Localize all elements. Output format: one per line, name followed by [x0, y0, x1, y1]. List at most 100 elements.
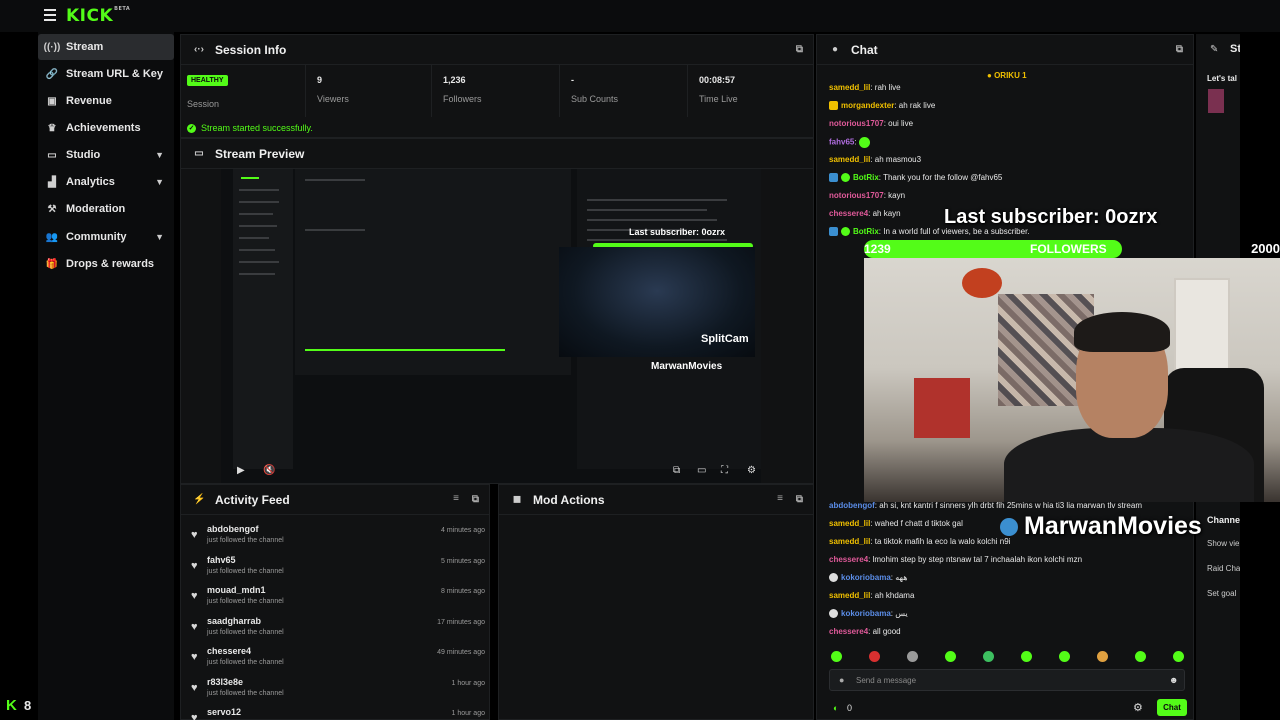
wrench-icon: ✎: [1210, 44, 1219, 55]
emote-icon[interactable]: [831, 651, 842, 662]
sidebar-item-analytics[interactable]: ▟ Analytics ▼: [38, 169, 174, 195]
chat-settings-icon[interactable]: ⚙: [1133, 701, 1143, 714]
sidebar-item-stream-url-key[interactable]: 🔗 Stream URL & Key: [38, 61, 174, 87]
chat-input[interactable]: [829, 669, 1185, 691]
kick-logo[interactable]: KICKBETA: [66, 6, 130, 26]
channel-points-icon[interactable]: ◐: [833, 703, 838, 713]
sub-counts-stat: - Sub Counts: [571, 75, 618, 104]
list-item: ♥ saadgharrab just followed the channel …: [181, 613, 489, 643]
chat-username[interactable]: kokoriobama: [841, 573, 891, 582]
follow-description: just followed the channel: [207, 537, 284, 544]
sidebar-item-studio[interactable]: ▭ Studio ▼: [38, 142, 174, 168]
followers-stat: 1,236 Followers: [443, 75, 482, 104]
chat-username[interactable]: kokoriobama: [841, 609, 891, 618]
emote-icon[interactable]: [869, 651, 880, 662]
sidebar-item-revenue[interactable]: ▣ Revenue: [38, 88, 174, 114]
chat-message: samedd_lil: wahed f chatt d tiktok gal: [829, 519, 963, 528]
sidebar: ((·)) Stream 🔗 Stream URL & Key ▣ Revenu…: [38, 32, 174, 720]
chat-username[interactable]: samedd_lil: [829, 591, 870, 600]
emote-icon[interactable]: [1173, 651, 1184, 662]
emote-icon[interactable]: [945, 651, 956, 662]
session-label: Session: [187, 99, 220, 109]
show-viewers-option[interactable]: Show vie: [1207, 539, 1239, 548]
chat-username[interactable]: samedd_lil: [829, 83, 870, 92]
play-icon[interactable]: ▶: [237, 465, 245, 476]
chat-message: BotRix: Thank you for the follow @fahv65: [829, 173, 1002, 183]
popout-icon[interactable]: ⧉: [472, 494, 479, 505]
heart-icon: ♥: [191, 712, 198, 720]
heart-icon: ♥: [191, 682, 198, 694]
pinned-user: ● ORIKU 1: [987, 71, 1027, 80]
chat-username[interactable]: samedd_lil: [829, 537, 870, 546]
chat-username[interactable]: samedd_lil: [829, 155, 870, 164]
emote-icon[interactable]: [983, 651, 994, 662]
emote-icon[interactable]: [1097, 651, 1108, 662]
list-item: ♥ r83l3e8e just followed the channel 1 h…: [181, 674, 489, 704]
chat-username[interactable]: notorious1707: [829, 119, 884, 128]
chat-message: notorious1707: kayn: [829, 191, 905, 200]
chat-username[interactable]: BotRix: [853, 173, 879, 182]
sidebar-item-label: Drops & rewards: [66, 258, 155, 270]
fullscreen-icon[interactable]: ⛶: [721, 465, 728, 476]
preview-mini-line: [239, 261, 279, 263]
filter-icon[interactable]: ≡: [453, 493, 459, 504]
chat-text: : ah si, knt kantri f sinners ylh drbt f…: [874, 501, 1142, 510]
preview-mini-line: [239, 213, 273, 215]
preview-mini-line: [305, 229, 365, 231]
chat-username[interactable]: notorious1707: [829, 191, 884, 200]
menu-icon[interactable]: [44, 9, 56, 21]
chat-text: : oui live: [883, 119, 914, 128]
time-live-label: Time Live: [699, 94, 738, 104]
heart-icon: ♥: [191, 560, 198, 572]
chat-send-button[interactable]: Chat: [1157, 699, 1187, 716]
sidebar-item-label: Analytics: [66, 176, 115, 188]
raid-channel-option[interactable]: Raid Cha: [1207, 564, 1240, 573]
chat-username[interactable]: abdobengof: [829, 501, 875, 510]
panel-title: Stream Preview: [215, 146, 305, 161]
popout-icon[interactable]: ⧉: [796, 494, 803, 505]
channel-section-title: Channe: [1207, 515, 1240, 525]
session-info-panel: ‹·› Session Info ⧉ HEALTHY Session 9 Vie…: [180, 34, 814, 138]
panel-header: ● Chat ⧉: [817, 35, 1193, 65]
panel-title: Chat: [851, 42, 878, 57]
filter-icon[interactable]: ≡: [777, 493, 783, 504]
settings-icon[interactable]: ⚙: [747, 465, 756, 476]
sidebar-item-drops-rewards[interactable]: 🎁 Drops & rewards: [38, 251, 174, 277]
chat-username[interactable]: chessere4: [829, 555, 868, 564]
monitor-icon: ▭: [194, 148, 204, 159]
sidebar-item-moderation[interactable]: ⚒ Moderation: [38, 196, 174, 222]
popout-icon[interactable]: ⧉: [1176, 44, 1183, 55]
chat-username[interactable]: fahv65: [829, 138, 854, 147]
preview-mini-line: [587, 199, 727, 201]
mute-icon[interactable]: 🔇: [263, 465, 275, 476]
sidebar-item-community[interactable]: 👥 Community ▼: [38, 224, 174, 250]
sidebar-item-achievements[interactable]: ♛ Achievements: [38, 115, 174, 141]
chat-username[interactable]: samedd_lil: [829, 519, 870, 528]
emoji-picker-icon[interactable]: ☻: [1169, 675, 1178, 685]
follower-goal-bar: 1239 FOLLOWERS 2000: [864, 240, 1280, 258]
chat-username[interactable]: BotRix: [853, 227, 879, 236]
emote-icon[interactable]: [1021, 651, 1032, 662]
broadcast-icon: ((·)): [43, 41, 61, 53]
streamer-body: [1004, 428, 1254, 502]
list-item: ♥ fahv65 just followed the channel 5 min…: [181, 552, 489, 582]
chat-text: : يس: [890, 609, 908, 618]
emote-icon[interactable]: [907, 651, 918, 662]
theater-icon[interactable]: ▭: [697, 465, 706, 476]
sidebar-item-stream[interactable]: ((·)) Stream: [38, 34, 174, 60]
chat-username[interactable]: chessere4: [829, 627, 868, 636]
check-icon: ✓: [187, 123, 196, 133]
chat-username[interactable]: chessere4: [829, 209, 868, 218]
emote-icon[interactable]: [1059, 651, 1070, 662]
splitcam-icon: [1000, 518, 1018, 537]
viewer-count: 8: [24, 698, 32, 713]
emote-icon[interactable]: [1135, 651, 1146, 662]
popout-icon[interactable]: ⧉: [796, 44, 803, 55]
viewers-value: 9: [317, 75, 323, 85]
chat-username[interactable]: morgandexter: [841, 101, 894, 110]
set-goal-option[interactable]: Set goal: [1207, 589, 1236, 598]
panel-header: ‹·› Session Info ⧉: [181, 35, 813, 65]
picture-in-picture-icon[interactable]: ⧉: [673, 465, 680, 476]
gavel-icon: ⚒: [47, 203, 57, 215]
preview-mini-main: [295, 169, 571, 375]
